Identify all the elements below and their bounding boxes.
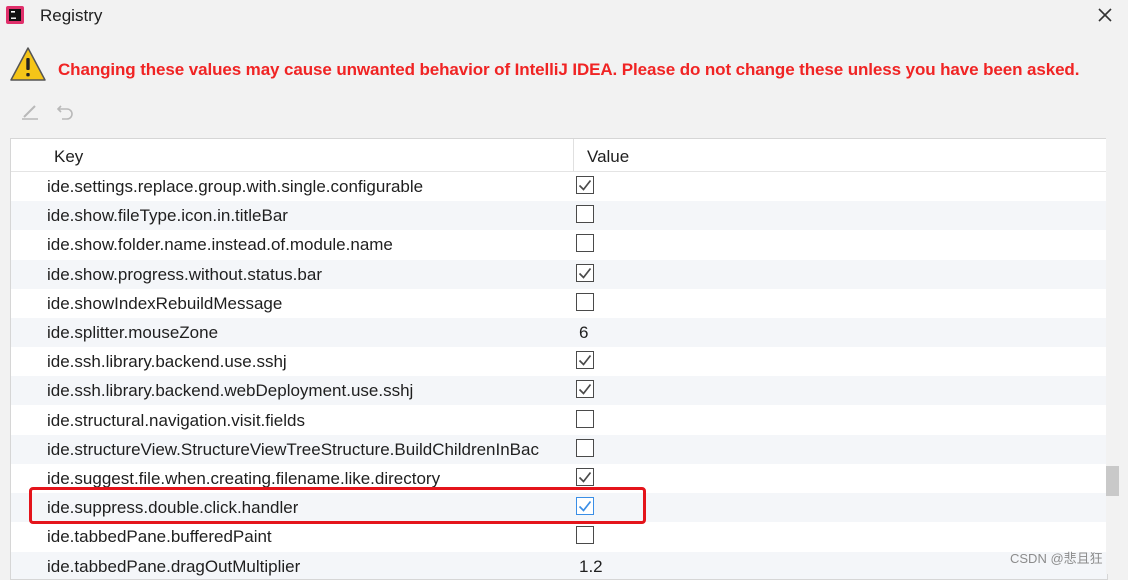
value-checkbox-checked[interactable] xyxy=(576,468,594,486)
vertical-scrollbar[interactable] xyxy=(1106,138,1120,574)
row-key: ide.settings.replace.group.with.single.c… xyxy=(47,177,424,196)
checkmark-icon xyxy=(578,383,592,395)
row-key: ide.splitter.mouseZone xyxy=(47,323,219,342)
column-header-key[interactable]: Key xyxy=(54,147,83,167)
table-row[interactable]: ide.showIndexRebuildMessage xyxy=(11,289,1107,318)
table-row[interactable]: ide.show.folder.name.instead.of.module.n… xyxy=(11,230,1107,259)
table-row[interactable]: ide.structural.navigation.visit.fields xyxy=(11,406,1107,435)
value-checkbox-unchecked[interactable] xyxy=(576,293,594,311)
highlight-annotation xyxy=(29,487,646,524)
row-value[interactable]: 6 xyxy=(579,323,588,343)
row-value[interactable]: 1.2 xyxy=(579,557,603,577)
warning-message: Changing these values may cause unwanted… xyxy=(58,60,1080,79)
value-checkbox-unchecked[interactable] xyxy=(576,234,594,252)
row-key: ide.show.progress.without.status.bar xyxy=(47,265,322,284)
row-key: ide.tabbedPane.dragOutMultiplier xyxy=(47,557,301,576)
table-row[interactable]: ide.show.fileType.icon.in.titleBar xyxy=(11,201,1107,230)
warning-icon xyxy=(10,47,46,81)
value-checkbox-checked[interactable] xyxy=(576,351,594,369)
title-bar: Registry xyxy=(0,0,1128,36)
checkmark-icon xyxy=(578,179,592,191)
checkmark-icon xyxy=(578,471,592,483)
intellij-app-icon xyxy=(6,6,24,24)
table-row[interactable]: ide.show.progress.without.status.bar xyxy=(11,260,1107,289)
table-row[interactable]: ide.ssh.library.backend.webDeployment.us… xyxy=(11,376,1107,405)
table-row[interactable]: ide.tabbedPane.dragOutMultiplier 1.2 xyxy=(11,552,1107,579)
table-row[interactable]: ide.tabbedPane.bufferedPaint xyxy=(11,522,1107,551)
column-divider[interactable] xyxy=(573,139,574,171)
value-checkbox-unchecked[interactable] xyxy=(576,205,594,223)
edit-icon[interactable] xyxy=(19,100,41,122)
row-key: ide.structural.navigation.visit.fields xyxy=(47,411,305,430)
column-header-value[interactable]: Value xyxy=(587,147,629,167)
value-checkbox-checked[interactable] xyxy=(576,380,594,398)
value-checkbox-unchecked[interactable] xyxy=(576,439,594,457)
scrollbar-thumb[interactable] xyxy=(1106,466,1119,496)
row-key: ide.ssh.library.backend.webDeployment.us… xyxy=(47,381,414,400)
row-key: ide.tabbedPane.bufferedPaint xyxy=(47,527,272,546)
revert-icon[interactable] xyxy=(54,100,76,122)
window-title: Registry xyxy=(40,6,103,25)
table-row[interactable]: ide.splitter.mouseZone 6 xyxy=(11,318,1107,347)
checkmark-icon xyxy=(578,267,592,279)
row-key: ide.show.fileType.icon.in.titleBar xyxy=(47,206,288,225)
watermark: CSDN @悲且狂 xyxy=(1010,551,1103,566)
table-header: Key Value xyxy=(11,139,1107,172)
table-row[interactable]: ide.structureView.StructureViewTreeStruc… xyxy=(11,435,1107,464)
value-checkbox-checked[interactable] xyxy=(576,176,594,194)
row-key: ide.ssh.library.backend.use.sshj xyxy=(47,352,287,371)
table-row[interactable]: ide.ssh.library.backend.use.sshj xyxy=(11,347,1107,376)
row-key: ide.structureView.StructureViewTreeStruc… xyxy=(47,440,539,459)
row-key: ide.suggest.file.when.creating.filename.… xyxy=(47,469,441,488)
close-icon[interactable] xyxy=(1094,4,1116,26)
row-key: ide.show.folder.name.instead.of.module.n… xyxy=(47,235,393,254)
table-row[interactable]: ide.settings.replace.group.with.single.c… xyxy=(11,172,1107,201)
value-checkbox-checked[interactable] xyxy=(576,264,594,282)
checkmark-icon xyxy=(578,354,592,366)
row-key: ide.showIndexRebuildMessage xyxy=(47,294,283,313)
value-checkbox-unchecked[interactable] xyxy=(576,410,594,428)
value-checkbox-unchecked[interactable] xyxy=(576,526,594,544)
